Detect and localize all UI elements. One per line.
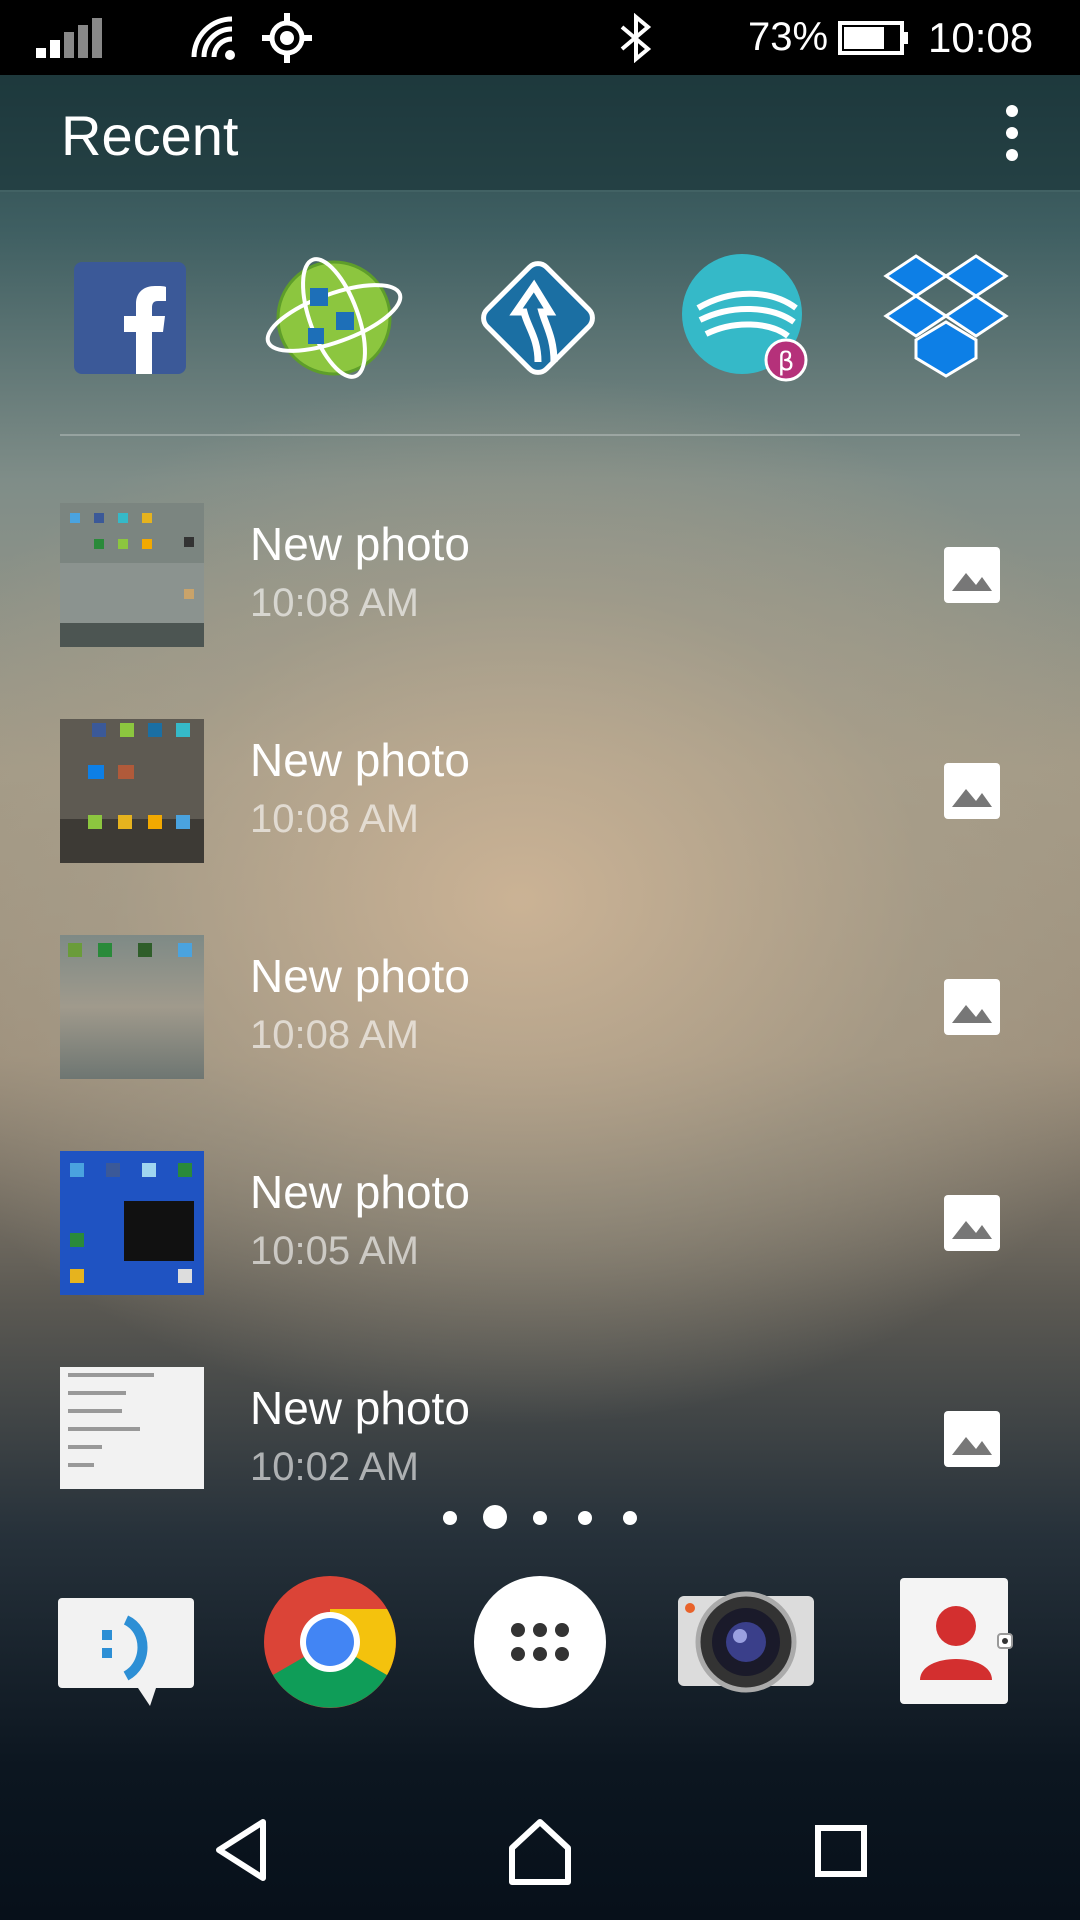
- back-icon[interactable]: [201, 1810, 281, 1890]
- wifi-icon: [190, 0, 242, 75]
- page-dot: [578, 1511, 592, 1525]
- list-item-time: 10:02 AM: [250, 1445, 420, 1489]
- signal-icon: [36, 0, 106, 75]
- list-item-time: 10:05 AM: [250, 1229, 420, 1273]
- image-icon: [944, 763, 1000, 819]
- list-item[interactable]: New photo 10:05 AM: [60, 1151, 1020, 1301]
- list-item[interactable]: New photo 10:08 AM: [60, 719, 1020, 869]
- navigation-bar: [0, 1780, 1080, 1920]
- photo-thumbnail: [60, 1367, 204, 1489]
- image-icon: [944, 979, 1000, 1035]
- app-drawer-icon[interactable]: [470, 1572, 610, 1712]
- network-app-icon[interactable]: [264, 248, 404, 388]
- divider: [60, 434, 1020, 436]
- list-item-time: 10:08 AM: [250, 1013, 420, 1057]
- list-item-title: New photo: [250, 1166, 470, 1218]
- chrome-app-icon[interactable]: [260, 1572, 400, 1712]
- home-screen: 73% 10:08 Recent β New photo 10:08 AM Ne…: [0, 0, 1080, 1920]
- home-icon[interactable]: [500, 1810, 580, 1890]
- dropbox-app-icon[interactable]: [876, 248, 1016, 388]
- list-item[interactable]: New photo 10:08 AM: [60, 503, 1020, 653]
- photo-thumbnail: [60, 1151, 204, 1295]
- facebook-app-icon[interactable]: [60, 248, 200, 388]
- image-icon: [944, 1411, 1000, 1467]
- list-item-title: New photo: [250, 1382, 470, 1434]
- contacts-app-icon[interactable]: [884, 1572, 1024, 1712]
- bluetooth-icon: [618, 0, 654, 75]
- status-clock: 10:08: [928, 13, 1034, 61]
- photo-thumbnail: [60, 719, 204, 863]
- page-dot: [443, 1511, 457, 1525]
- page-dot: [533, 1511, 547, 1525]
- page-dot: [623, 1511, 637, 1525]
- list-item-title: New photo: [250, 950, 470, 1002]
- page-indicator: [430, 1500, 650, 1536]
- location-icon: [262, 0, 312, 75]
- recents-icon[interactable]: [800, 1810, 880, 1890]
- camera-app-icon[interactable]: [676, 1572, 816, 1712]
- recent-header: Recent: [0, 75, 1080, 192]
- status-bar: 73% 10:08: [0, 0, 1080, 75]
- battery-icon: [838, 0, 910, 75]
- page-title: Recent: [61, 104, 239, 167]
- navigation-app-icon[interactable]: [468, 248, 608, 388]
- image-icon: [944, 547, 1000, 603]
- list-item-time: 10:08 AM: [250, 797, 420, 841]
- svg-text:β: β: [778, 347, 795, 377]
- page-dot-active: [483, 1505, 507, 1529]
- photo-thumbnail: [60, 935, 204, 1079]
- image-icon: [944, 1195, 1000, 1251]
- overflow-menu-icon[interactable]: [990, 105, 1034, 161]
- list-item[interactable]: New photo 10:08 AM: [60, 935, 1020, 1085]
- photo-thumbnail: [60, 503, 204, 647]
- battery-percent: 73%: [748, 15, 829, 59]
- list-item-title: New photo: [250, 518, 470, 570]
- messaging-app-icon[interactable]: [56, 1572, 196, 1712]
- list-item[interactable]: New photo 10:02 AM: [60, 1367, 1020, 1517]
- list-item-time: 10:08 AM: [250, 581, 420, 625]
- swiftkey-beta-app-icon[interactable]: β: [672, 248, 812, 388]
- list-item-title: New photo: [250, 734, 470, 786]
